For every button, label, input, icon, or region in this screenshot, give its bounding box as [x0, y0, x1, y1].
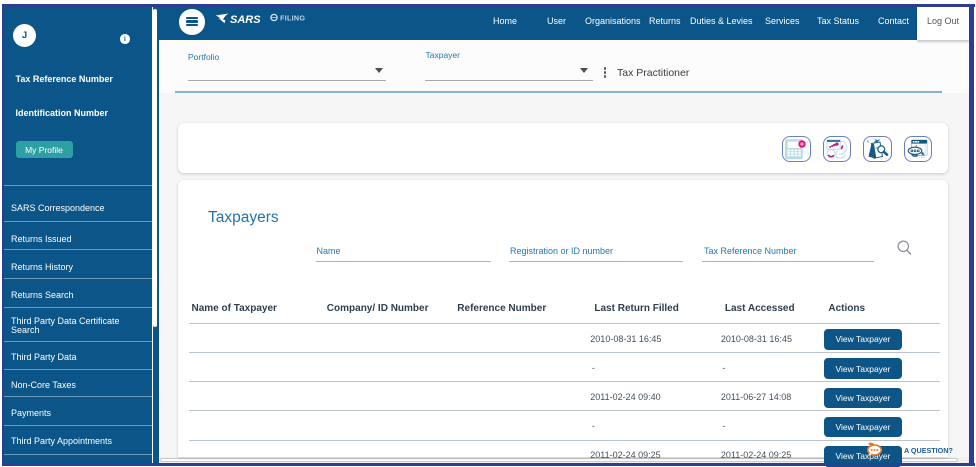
svg-text:%: %	[803, 150, 809, 157]
svg-text:SARS: SARS	[230, 13, 261, 24]
svg-text:FILING: FILING	[280, 13, 305, 22]
